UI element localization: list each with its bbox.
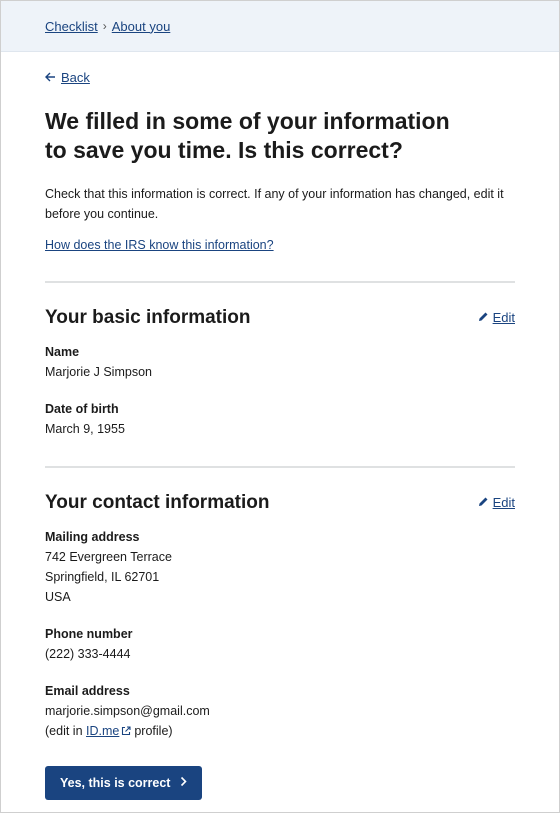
irs-info-link[interactable]: How does the IRS know this information? bbox=[45, 238, 274, 252]
dob-label: Date of birth bbox=[45, 401, 119, 416]
contact-info-section: Your contact information Edit Mailing ad… bbox=[45, 492, 515, 742]
dob-value: March 9, 1955 bbox=[45, 421, 125, 436]
address-line: 742 Evergreen Terrace bbox=[45, 549, 172, 564]
email-value: marjorie.simpson@gmail.com (edit in ID.m… bbox=[45, 701, 515, 742]
confirm-button-label: Yes, this is correct bbox=[60, 775, 171, 790]
page-title: We filled in some of your information to… bbox=[45, 107, 450, 163]
email-edit-note: (edit in ID.me profile) bbox=[45, 721, 515, 742]
basic-info-header: Your basic information Edit bbox=[45, 307, 515, 329]
edit-label: Edit bbox=[492, 310, 515, 325]
phone-label: Phone number bbox=[45, 626, 133, 641]
idme-link-label: ID.me bbox=[86, 723, 120, 738]
main-content: Back We filled in some of your informati… bbox=[1, 52, 559, 800]
pencil-icon bbox=[478, 495, 489, 510]
breadcrumb: Checklist › About you bbox=[1, 1, 559, 52]
mailing-address-label: Mailing address bbox=[45, 529, 140, 544]
email-address: marjorie.simpson@gmail.com bbox=[45, 703, 210, 718]
address-line: USA bbox=[45, 589, 71, 604]
phone-value: (222) 333-4444 bbox=[45, 646, 131, 661]
email-note-suffix: profile) bbox=[134, 723, 173, 738]
edit-basic-info-link[interactable]: Edit bbox=[478, 310, 515, 325]
mailing-address-value: 742 Evergreen Terrace Springfield, IL 62… bbox=[45, 547, 515, 607]
name-value: Marjorie J Simpson bbox=[45, 364, 152, 379]
intro-text: Check that this information is correct. … bbox=[45, 186, 504, 221]
basic-info-heading: Your basic information bbox=[45, 306, 251, 328]
pencil-icon bbox=[478, 310, 489, 325]
chevron-right-icon bbox=[180, 776, 188, 790]
edit-label: Edit bbox=[492, 495, 515, 510]
name-label: Name bbox=[45, 344, 80, 359]
breadcrumb-separator: › bbox=[102, 19, 107, 33]
back-label: Back bbox=[61, 70, 90, 85]
breadcrumb-link-about-you[interactable]: About you bbox=[112, 19, 171, 34]
external-link-icon bbox=[121, 722, 131, 742]
section-divider bbox=[45, 280, 515, 283]
edit-contact-info-link[interactable]: Edit bbox=[478, 495, 515, 510]
arrow-left-icon bbox=[45, 71, 56, 85]
address-line: Springfield, IL 62701 bbox=[45, 569, 160, 584]
page-frame: Checklist › About you Back We filled in … bbox=[0, 0, 560, 813]
section-divider bbox=[45, 465, 515, 468]
contact-info-header: Your contact information Edit bbox=[45, 492, 515, 514]
breadcrumb-link-checklist[interactable]: Checklist bbox=[45, 19, 98, 34]
confirm-correct-button[interactable]: Yes, this is correct bbox=[45, 765, 203, 800]
email-label: Email address bbox=[45, 683, 130, 698]
basic-info-section: Your basic information Edit Name Marjori… bbox=[45, 307, 515, 439]
idme-profile-link[interactable]: ID.me bbox=[86, 724, 119, 738]
contact-info-heading: Your contact information bbox=[45, 491, 270, 513]
back-link[interactable]: Back bbox=[45, 70, 90, 85]
email-note-prefix: (edit in bbox=[45, 723, 83, 738]
